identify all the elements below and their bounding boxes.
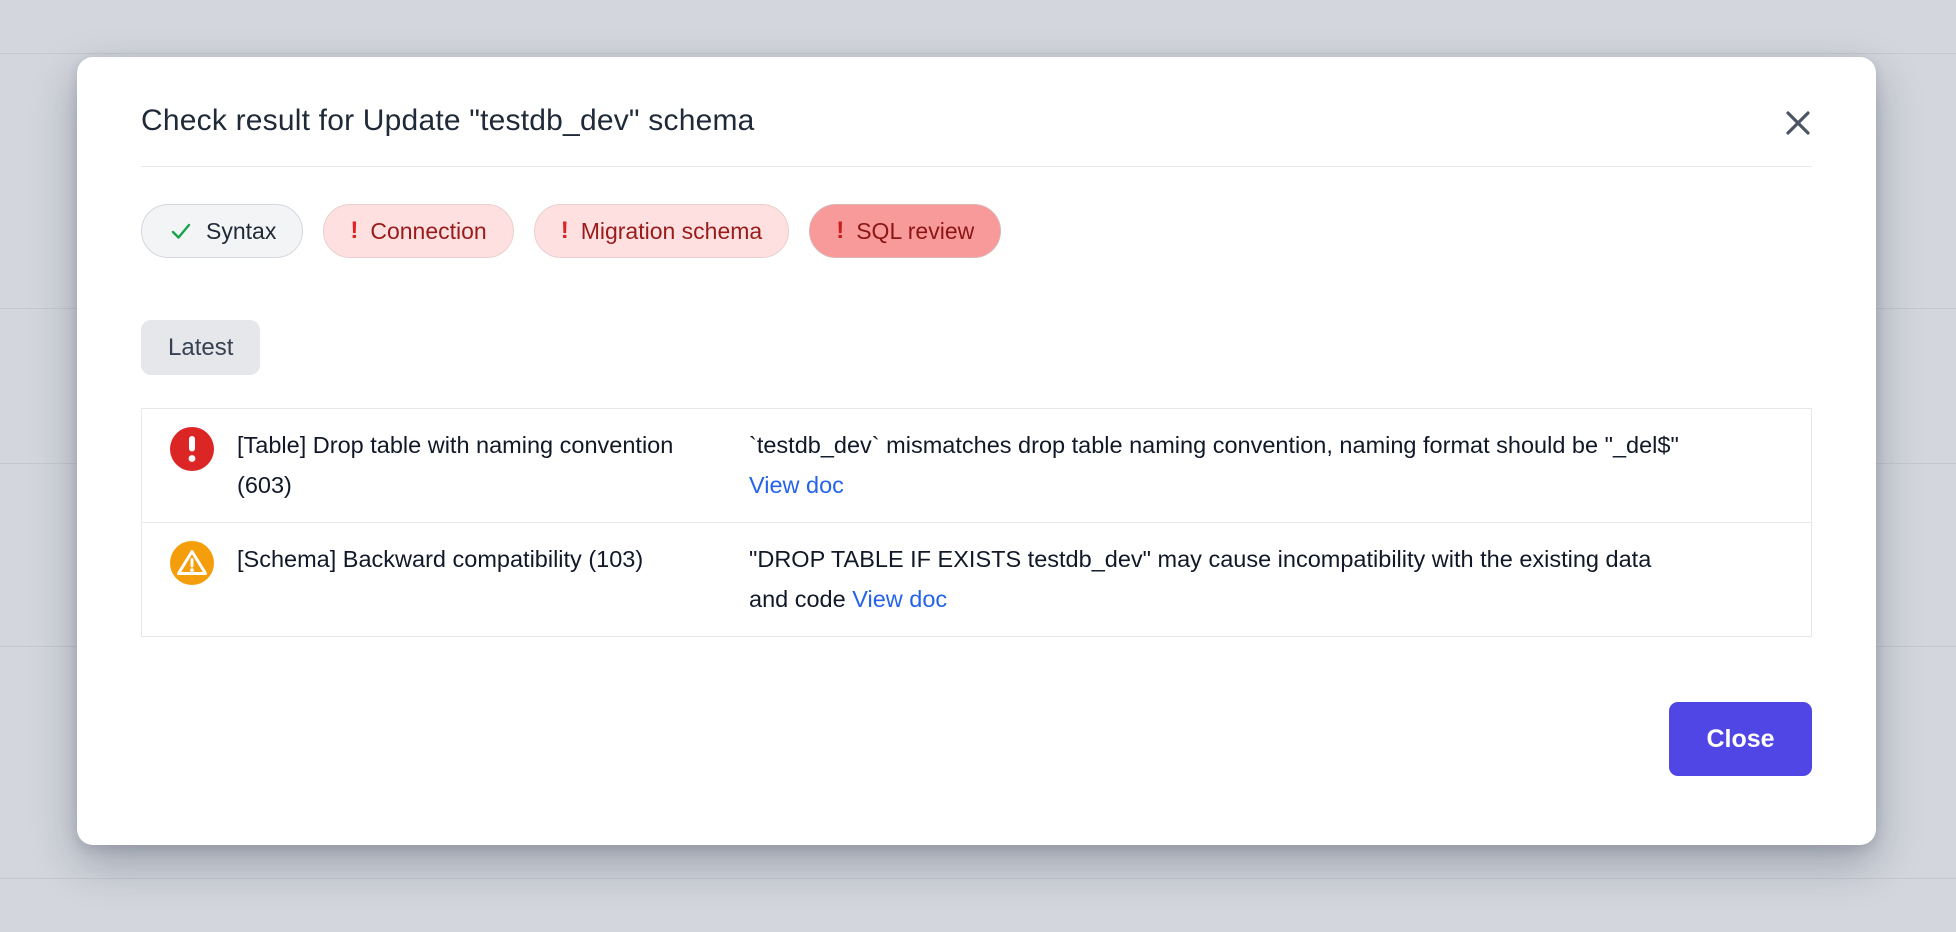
badge-connection[interactable]: ! Connection [323,204,513,258]
table-row: [Schema] Backward compatibility (103) "D… [142,522,1811,636]
badge-syntax[interactable]: Syntax [141,204,303,258]
issue-rule-cell: [Table] Drop table with naming conventio… [142,425,749,505]
view-doc-link[interactable]: View doc [852,586,947,612]
warning-icon [170,541,214,585]
issue-rule-text: [Schema] Backward compatibility (103) [237,539,699,619]
exclamation-icon: ! [561,219,569,243]
view-doc-link[interactable]: View doc [749,472,844,498]
badge-label: Migration schema [581,218,763,245]
issue-detail-cell: `testdb_dev` mismatches drop table namin… [749,425,1811,505]
check-status-badges: Syntax ! Connection ! Migration schema !… [141,204,1812,258]
badge-migration-schema[interactable]: ! Migration schema [534,204,790,258]
close-button[interactable]: Close [1669,702,1812,776]
exclamation-icon: ! [350,219,358,243]
version-chip-latest: Latest [141,320,260,375]
dialog-footer: Close [141,702,1812,776]
issue-rule-cell: [Schema] Backward compatibility (103) [142,539,749,619]
issue-detail-cell: "DROP TABLE IF EXISTS testdb_dev" may ca… [749,539,1811,619]
error-icon [170,427,214,471]
background-table-line [0,878,1956,879]
table-row: [Table] Drop table with naming conventio… [142,409,1811,522]
check-result-dialog: Check result for Update "testdb_dev" sch… [77,57,1876,845]
background-table-line [0,53,1956,54]
badge-sql-review[interactable]: ! SQL review [809,204,1001,258]
issue-rule-text: [Table] Drop table with naming conventio… [237,425,699,505]
sql-review-issues-table: [Table] Drop table with naming conventio… [141,408,1812,637]
dialog-title: Check result for Update "testdb_dev" sch… [141,99,1812,143]
title-divider [141,166,1812,167]
badge-label: Connection [370,218,486,245]
exclamation-icon: ! [836,219,844,243]
issue-detail-text: `testdb_dev` mismatches drop table namin… [749,432,1679,458]
badge-label: SQL review [856,218,974,245]
close-icon[interactable] [1778,103,1818,143]
badge-label: Syntax [206,218,276,245]
check-icon [168,218,194,244]
